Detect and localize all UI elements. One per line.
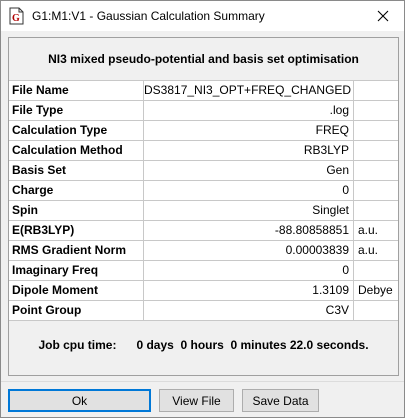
- view-file-button[interactable]: View File: [159, 389, 234, 412]
- row-label: RMS Gradient Norm: [9, 241, 144, 260]
- row-value: 0.00003839: [144, 241, 354, 260]
- row-value: -88.80858851: [144, 221, 354, 240]
- row-label: Dipole Moment: [9, 281, 144, 300]
- row-unit: [354, 101, 398, 120]
- title-bar[interactable]: G G1:M1:V1 - Gaussian Calculation Summar…: [1, 1, 404, 31]
- row-label: Imaginary Freq: [9, 261, 144, 280]
- row-unit: [354, 201, 398, 220]
- row-unit: a.u.: [358, 223, 379, 237]
- row-value: 0: [144, 261, 354, 280]
- table-row: File Name DS3817_NI3_OPT+FREQ_CHANGED: [9, 81, 398, 101]
- row-label: Calculation Method: [9, 141, 144, 160]
- save-data-button[interactable]: Save Data: [242, 389, 319, 412]
- row-label: File Type: [9, 101, 144, 120]
- row-unit: [354, 301, 398, 320]
- gaussian-document-icon: G: [8, 7, 25, 25]
- row-value: DS3817_NI3_OPT+FREQ_CHANGED: [144, 81, 354, 100]
- table-row: File Type .log: [9, 101, 398, 121]
- row-label: Point Group: [9, 301, 144, 320]
- row-label: Charge: [9, 181, 144, 200]
- window-title: G1:M1:V1 - Gaussian Calculation Summary: [32, 9, 265, 23]
- ok-button[interactable]: Ok: [8, 389, 151, 412]
- calculation-heading: NI3 mixed pseudo-potential and basis set…: [48, 52, 359, 66]
- svg-text:G: G: [12, 13, 20, 24]
- button-bar: Ok View File Save Data: [1, 381, 404, 417]
- table-row: E(RB3LYP) -88.80858851 a.u.: [9, 221, 398, 241]
- row-unit: Debye: [358, 283, 393, 297]
- row-unit: [354, 161, 398, 180]
- row-unit: [354, 141, 398, 160]
- table-row: Calculation Method RB3LYP: [9, 141, 398, 161]
- row-value: 0: [144, 181, 354, 200]
- table-row: Imaginary Freq 0: [9, 261, 398, 281]
- gaussian-summary-window: G G1:M1:V1 - Gaussian Calculation Summar…: [0, 0, 405, 418]
- job-cpu-time: Job cpu time: 0 days 0 hours 0 minutes 2…: [38, 338, 369, 352]
- table-row: Point Group C3V: [9, 301, 398, 321]
- row-unit: [354, 261, 398, 280]
- row-label: Spin: [9, 201, 144, 220]
- table-row: RMS Gradient Norm 0.00003839 a.u.: [9, 241, 398, 261]
- table-row: Calculation Type FREQ: [9, 121, 398, 141]
- summary-table: File Name DS3817_NI3_OPT+FREQ_CHANGED Fi…: [9, 80, 398, 321]
- row-label: File Name: [9, 81, 144, 100]
- summary-panel: NI3 mixed pseudo-potential and basis set…: [8, 37, 399, 376]
- row-unit: [354, 121, 398, 140]
- row-label: E(RB3LYP): [9, 221, 144, 240]
- row-value: Singlet: [144, 201, 354, 220]
- row-value: Gen: [144, 161, 354, 180]
- close-icon[interactable]: [366, 3, 400, 29]
- row-value: 1.3109: [144, 281, 354, 300]
- row-value: .log: [144, 101, 354, 120]
- row-label: Basis Set: [9, 161, 144, 180]
- table-row: Spin Singlet: [9, 201, 398, 221]
- table-row: Basis Set Gen: [9, 161, 398, 181]
- row-unit: [354, 81, 398, 100]
- row-value: RB3LYP: [144, 141, 354, 160]
- table-row: Charge 0: [9, 181, 398, 201]
- table-row: Dipole Moment 1.3109 Debye: [9, 281, 398, 301]
- row-unit: [354, 181, 398, 200]
- row-label: Calculation Type: [9, 121, 144, 140]
- row-value: C3V: [144, 301, 354, 320]
- row-value: FREQ: [144, 121, 354, 140]
- row-unit: a.u.: [358, 243, 379, 257]
